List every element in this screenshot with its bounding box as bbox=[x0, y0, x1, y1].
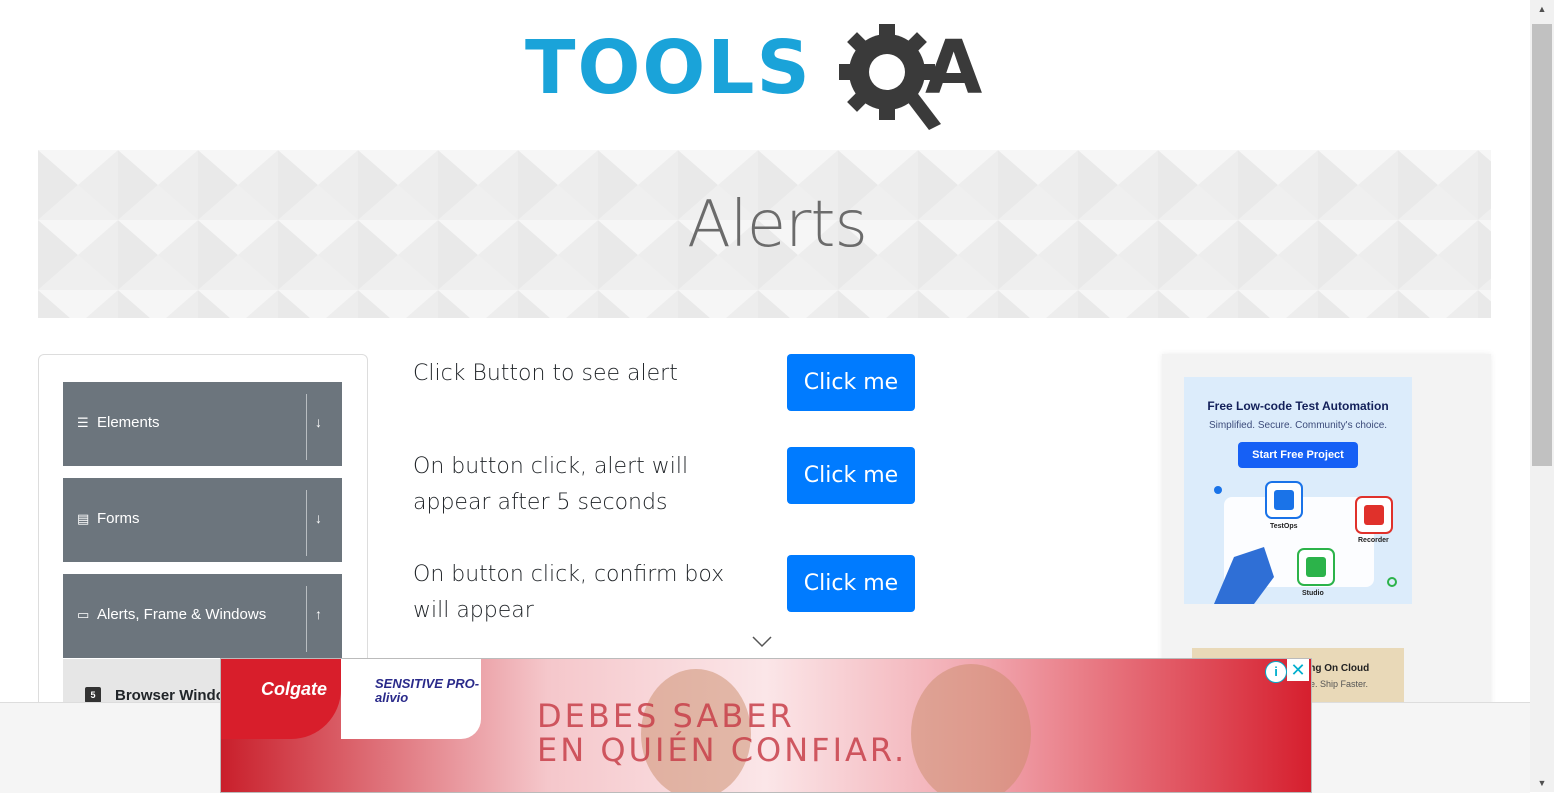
alert-description: Click Button to see alert bbox=[413, 361, 678, 386]
brand-text: Colgate bbox=[261, 679, 328, 699]
scroll-thumb[interactable] bbox=[1532, 24, 1552, 466]
product-logo: SENSITIVE PRO-alivio bbox=[341, 659, 481, 739]
alert-button[interactable]: Click me bbox=[787, 354, 915, 411]
group-label: Elements bbox=[97, 414, 160, 431]
page-title: Alerts bbox=[687, 188, 868, 262]
product-text: SENSITIVE PRO-alivio bbox=[375, 676, 480, 705]
arrow-up-icon: ↑ bbox=[315, 606, 322, 622]
ad-label-studio: Studio bbox=[1302, 590, 1324, 597]
logo-text: TOOLS bbox=[525, 25, 812, 111]
close-icon[interactable]: ✕ bbox=[1287, 659, 1309, 681]
timer-alert-button[interactable]: Click me bbox=[787, 447, 915, 504]
timer-alert-description: On button click, alert will appear after… bbox=[413, 454, 689, 515]
window-icon: ▭ bbox=[77, 607, 90, 622]
ad-label-testops: TestOps bbox=[1270, 523, 1298, 530]
sidebar-group-alerts-frame-windows[interactable]: ▭ Alerts, Frame & Windows ↑ bbox=[63, 574, 342, 658]
toolsqa-logo[interactable]: TOOLS A bbox=[525, 24, 1010, 136]
logo-suffix: A bbox=[925, 25, 983, 111]
hamburger-icon: ☰ bbox=[77, 415, 89, 430]
divider bbox=[306, 490, 307, 556]
group-label: Alerts, Frame & Windows bbox=[97, 606, 267, 623]
arrow-down-icon: ↓ bbox=[315, 414, 322, 430]
katalon-ad[interactable]: Free Low-code Test Automation Simplified… bbox=[1184, 377, 1412, 604]
form-icon: ▤ bbox=[77, 511, 90, 526]
divider bbox=[306, 394, 307, 460]
ad-label-recorder: Recorder bbox=[1358, 537, 1389, 544]
info-icon[interactable]: i bbox=[1265, 661, 1287, 683]
arrow-down-icon: ↓ bbox=[315, 510, 322, 526]
sidebar-group-forms[interactable]: ▤ Forms ↓ bbox=[63, 478, 342, 562]
ad-headline-1: DEBES SABER bbox=[537, 697, 795, 735]
ad-image bbox=[911, 664, 1031, 792]
ad-illustration bbox=[1214, 481, 1397, 604]
html5-icon: 5 bbox=[85, 687, 101, 703]
scroll-up-arrow-icon[interactable]: ▲ bbox=[1530, 0, 1554, 18]
confirm-description: On button click, confirm box will appear bbox=[413, 562, 725, 623]
group-label: Forms bbox=[97, 510, 140, 527]
chevron-down-icon[interactable] bbox=[752, 636, 772, 648]
confirm-button[interactable]: Click me bbox=[787, 555, 915, 612]
colgate-logo: Colgate bbox=[221, 659, 341, 739]
ad-headline-2: EN QUIÉN CONFIAR. bbox=[537, 731, 908, 769]
scroll-down-arrow-icon[interactable]: ▼ bbox=[1530, 774, 1554, 792]
bottom-advertisement[interactable]: Colgate SENSITIVE PRO-alivio DEBES SABER… bbox=[220, 658, 1312, 793]
divider bbox=[306, 586, 307, 652]
vertical-scrollbar[interactable]: ▲ ▼ bbox=[1530, 0, 1554, 792]
ad2-line2: e. Ship Faster. bbox=[1310, 679, 1369, 689]
sidebar-group-elements[interactable]: ☰ Elements ↓ bbox=[63, 382, 342, 466]
